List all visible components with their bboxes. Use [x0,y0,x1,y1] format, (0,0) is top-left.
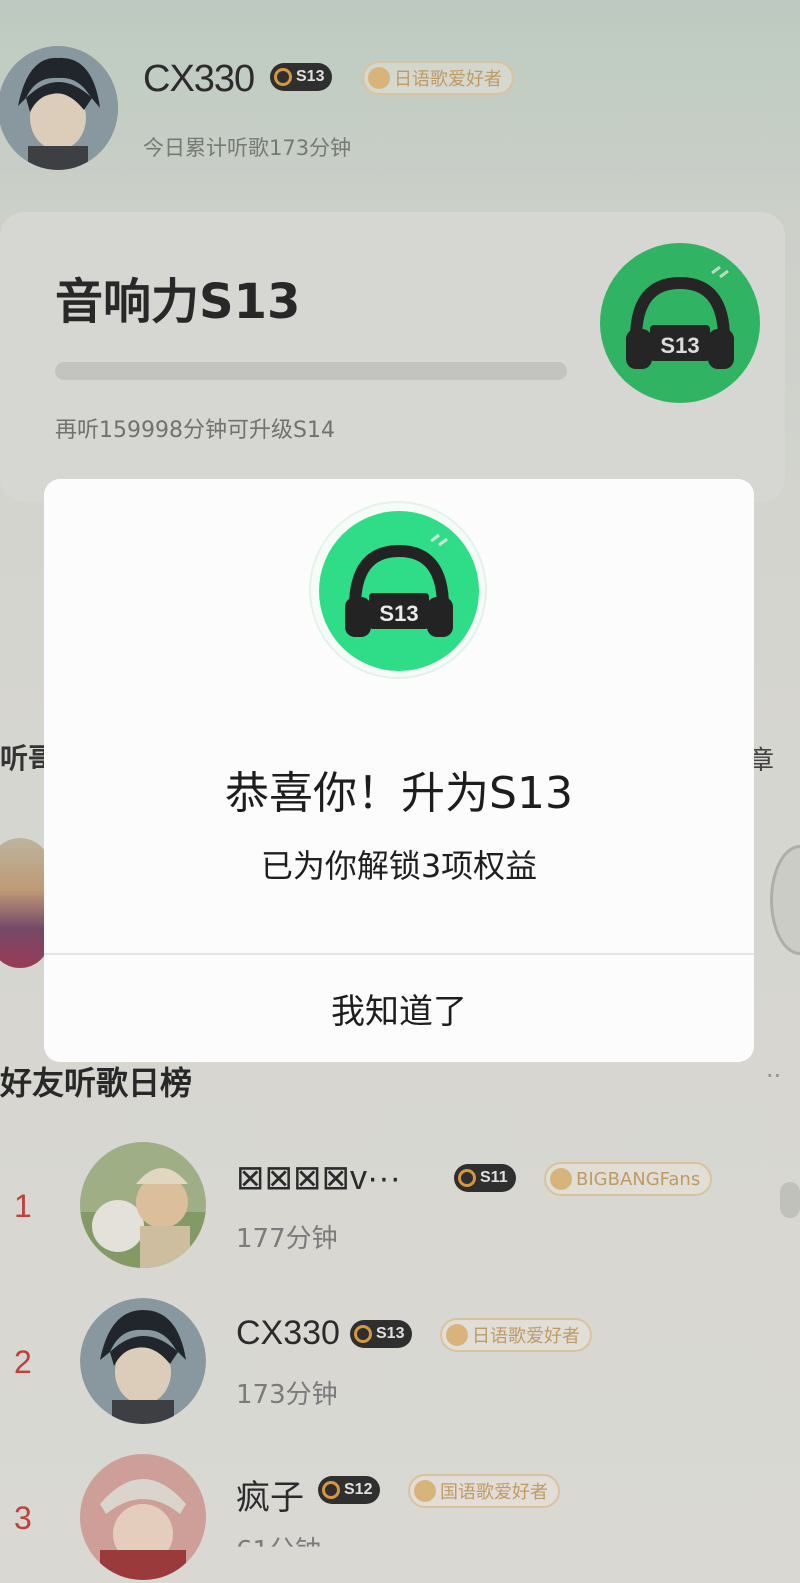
dialog-title: 恭喜你！升为S13 [225,768,573,819]
headphone-badge-icon: S13 [319,511,479,671]
acknowledge-button[interactable]: 我知道了 [44,955,754,1062]
level-up-dialog: S13 恭喜你！升为S13 已为你解锁3项权益 我知道了 [44,479,754,1062]
dialog-subtitle: 已为你解锁3项权益 [260,847,538,885]
badge-level-text: S13 [379,601,418,626]
